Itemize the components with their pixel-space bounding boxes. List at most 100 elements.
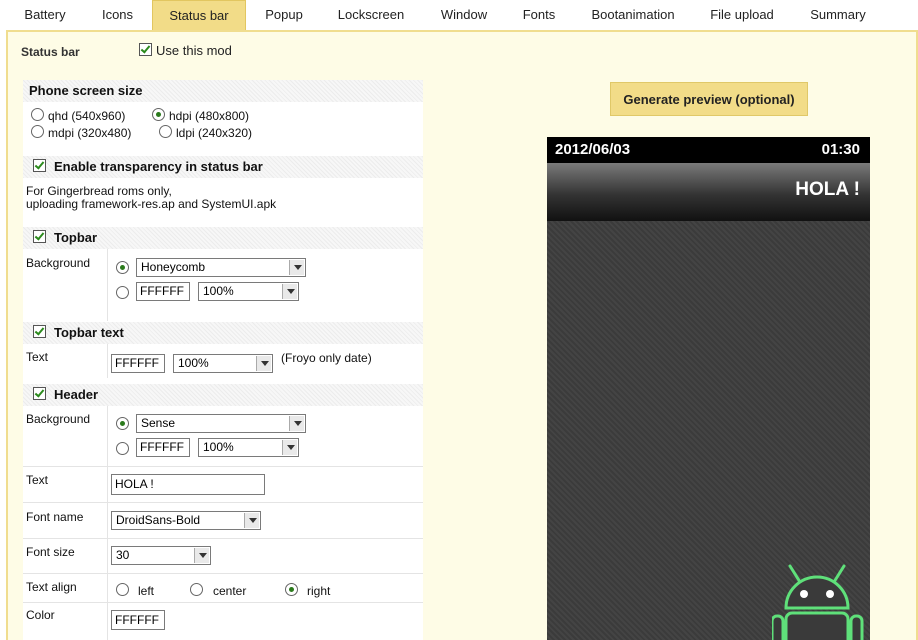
tab-lockscreen[interactable]: Lockscreen bbox=[326, 0, 416, 30]
transparency-note-2: uploading framework-res.ap and SystemUI.… bbox=[26, 197, 277, 211]
use-mod-label: Use this mod bbox=[156, 43, 232, 58]
font-size-select[interactable]: 30 bbox=[111, 546, 211, 565]
radio-icon bbox=[152, 108, 165, 121]
header-theme-select[interactable]: Sense bbox=[136, 414, 306, 433]
topbar-text-opacity-select[interactable]: 100% bbox=[173, 354, 273, 373]
checkbox-icon bbox=[33, 159, 46, 172]
chevron-down-icon bbox=[282, 284, 297, 299]
radio-icon bbox=[31, 108, 44, 121]
topbar-theme-select[interactable]: Honeycomb bbox=[136, 258, 306, 277]
divider bbox=[23, 502, 423, 503]
color-label: Color bbox=[26, 608, 55, 622]
tab-status-bar[interactable]: Status bar bbox=[152, 0, 246, 30]
radio-qhd-label: qhd (540x960) bbox=[48, 109, 126, 123]
tab-popup[interactable]: Popup bbox=[254, 0, 314, 30]
preview-status-bar: 2012/06/03 01:30 bbox=[547, 137, 870, 163]
topbar-text-color-input[interactable]: FFFFFF bbox=[111, 354, 165, 373]
transparency-heading: Enable transparency in status bar bbox=[54, 159, 263, 174]
header-theme-radio[interactable] bbox=[116, 417, 129, 430]
topbar-text-label: Text bbox=[26, 350, 49, 364]
tab-window[interactable]: Window bbox=[431, 0, 497, 30]
checkbox-icon bbox=[33, 325, 46, 338]
radio-mdpi-label: mdpi (320x480) bbox=[48, 126, 132, 140]
froyo-note: (Froyo only date) bbox=[281, 351, 372, 365]
radio-mdpi[interactable]: mdpi (320x480) bbox=[31, 125, 131, 140]
header-text-label: Text bbox=[26, 473, 49, 487]
topbar-theme-radio[interactable] bbox=[116, 261, 129, 274]
text-align-label: Text align bbox=[26, 580, 77, 594]
divider bbox=[23, 602, 423, 603]
header-heading: Header bbox=[54, 387, 99, 402]
radio-hdpi-label: hdpi (480x800) bbox=[169, 109, 250, 123]
tab-file-upload[interactable]: File upload bbox=[702, 0, 782, 30]
chevron-down-icon bbox=[282, 440, 297, 455]
topbar-opacity-select[interactable]: 100% bbox=[198, 282, 299, 301]
preview-header-text: HOLA ! bbox=[795, 179, 860, 200]
checkbox-icon bbox=[33, 230, 46, 243]
phone-size-heading: Phone screen size bbox=[29, 83, 143, 98]
android-mascot-icon bbox=[772, 564, 864, 640]
chevron-down-icon bbox=[244, 513, 259, 528]
divider bbox=[23, 466, 423, 467]
topbar-text-section[interactable]: Topbar text bbox=[23, 322, 423, 344]
radio-icon bbox=[190, 583, 203, 596]
generate-preview-button[interactable]: Generate preview (optional) bbox=[610, 82, 808, 116]
font-name-select[interactable]: DroidSans-Bold bbox=[111, 511, 261, 530]
chevron-down-icon bbox=[289, 416, 304, 431]
tab-battery[interactable]: Battery bbox=[10, 0, 80, 30]
chevron-down-icon bbox=[194, 548, 209, 563]
use-mod-checkbox[interactable]: Use this mod bbox=[139, 43, 232, 58]
header-color-radio[interactable] bbox=[116, 442, 129, 455]
radio-ldpi-label: ldpi (240x320) bbox=[176, 126, 253, 140]
align-center-radio[interactable]: center bbox=[190, 583, 246, 598]
header-opacity-value: 100% bbox=[203, 440, 234, 454]
topbar-background-label: Background bbox=[26, 256, 91, 270]
checkbox-icon bbox=[139, 43, 152, 56]
align-left-label: left bbox=[138, 584, 155, 598]
divider bbox=[107, 344, 108, 378]
header-opacity-select[interactable]: 100% bbox=[198, 438, 299, 457]
radio-icon bbox=[31, 125, 44, 138]
align-right-radio[interactable]: right bbox=[285, 583, 330, 598]
radio-icon bbox=[159, 125, 172, 138]
chevron-down-icon bbox=[256, 356, 271, 371]
preview-header: HOLA ! bbox=[547, 163, 870, 221]
align-left-radio[interactable]: left bbox=[116, 583, 154, 598]
transparency-note-1: For Gingerbread roms only, bbox=[26, 184, 172, 198]
tab-icons[interactable]: Icons bbox=[90, 0, 145, 30]
transparency-section[interactable]: Enable transparency in status bar bbox=[23, 156, 423, 178]
tab-bar: Battery Icons Status bar Popup Lockscree… bbox=[0, 0, 918, 30]
header-color-input[interactable]: FFFFFF bbox=[136, 438, 190, 457]
font-name-label: Font name bbox=[26, 510, 84, 524]
chevron-down-icon bbox=[289, 260, 304, 275]
checkbox-icon bbox=[33, 387, 46, 400]
header-text-color-input[interactable]: FFFFFF bbox=[111, 610, 165, 630]
topbar-color-input[interactable]: FFFFFF bbox=[136, 282, 190, 301]
tab-summary[interactable]: Summary bbox=[798, 0, 878, 30]
topbar-text-opacity-value: 100% bbox=[178, 356, 209, 370]
font-name-value: DroidSans-Bold bbox=[116, 513, 201, 527]
tab-fonts[interactable]: Fonts bbox=[512, 0, 566, 30]
header-text-input[interactable]: HOLA ! bbox=[111, 474, 265, 495]
phone-size-section: Phone screen size bbox=[23, 80, 423, 102]
topbar-section[interactable]: Topbar bbox=[23, 227, 423, 249]
page-title: Status bar bbox=[21, 45, 80, 59]
topbar-text-heading: Topbar text bbox=[54, 325, 124, 340]
radio-hdpi[interactable]: hdpi (480x800) bbox=[152, 108, 249, 123]
settings-column: Phone screen size qhd (540x960) hdpi (48… bbox=[23, 80, 423, 640]
radio-icon bbox=[285, 583, 298, 596]
radio-ldpi[interactable]: ldpi (240x320) bbox=[159, 125, 252, 140]
header-background-label: Background bbox=[26, 412, 91, 426]
radio-qhd[interactable]: qhd (540x960) bbox=[31, 108, 125, 123]
divider bbox=[23, 573, 423, 574]
font-size-value: 30 bbox=[116, 548, 130, 562]
align-center-label: center bbox=[213, 584, 247, 598]
topbar-color-radio[interactable] bbox=[116, 286, 129, 299]
preview-time: 01:30 bbox=[821, 141, 860, 158]
topbar-opacity-value: 100% bbox=[203, 284, 234, 298]
font-size-label: Font size bbox=[26, 545, 75, 559]
header-section[interactable]: Header bbox=[23, 384, 423, 406]
divider bbox=[107, 406, 108, 640]
divider bbox=[23, 538, 423, 539]
tab-bootanimation[interactable]: Bootanimation bbox=[580, 0, 686, 30]
